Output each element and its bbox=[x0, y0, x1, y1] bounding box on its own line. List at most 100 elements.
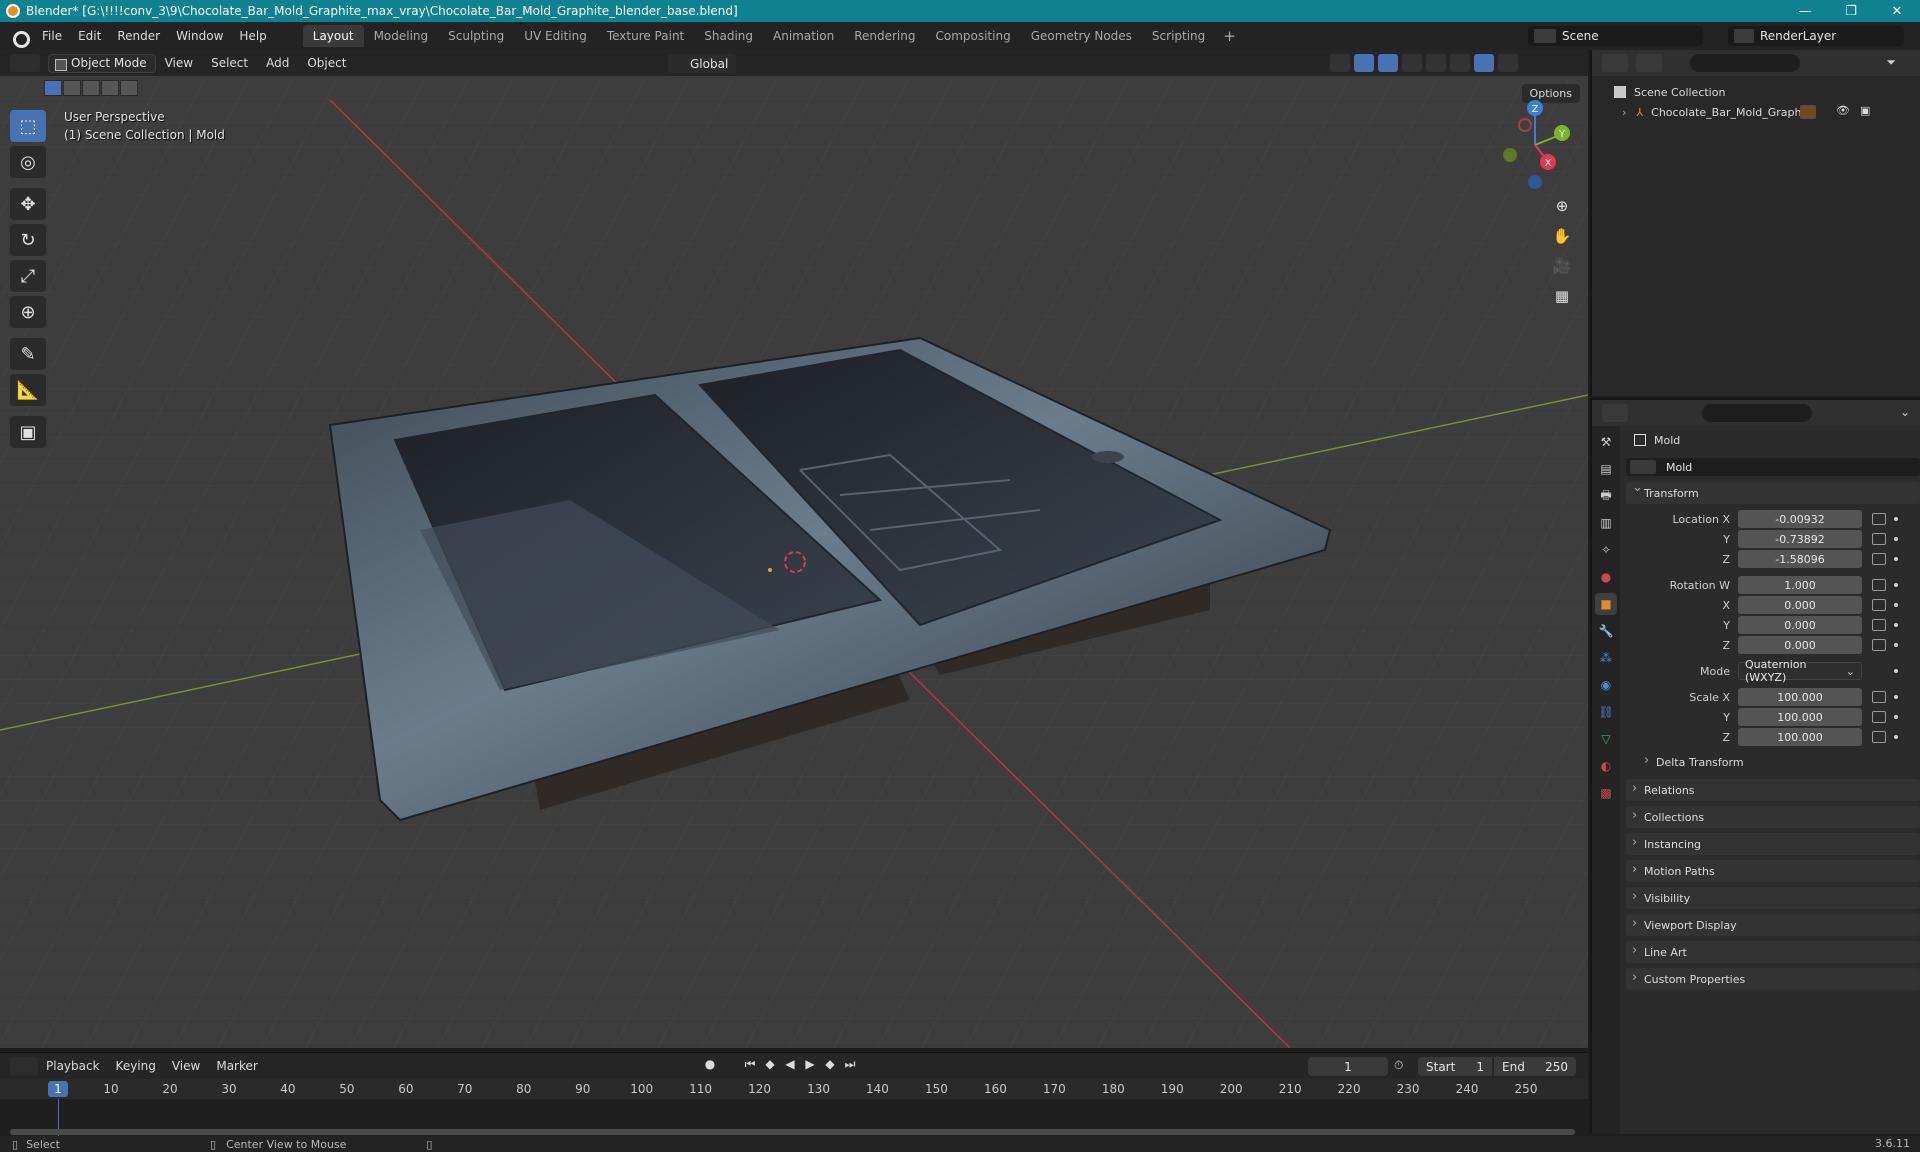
pan-hand-icon[interactable]: ✋ bbox=[1548, 222, 1576, 250]
keyframe-dot-icon[interactable] bbox=[1894, 643, 1898, 647]
move-tool-icon[interactable]: ✥ bbox=[10, 188, 46, 220]
lock-icon[interactable] bbox=[1872, 731, 1886, 743]
rotation-x-field[interactable]: 0.000 bbox=[1738, 596, 1862, 614]
outliner-object-row[interactable]: › ⅄ Chocolate_Bar_Mold_Graphite 👁 ▣ bbox=[1592, 102, 1920, 122]
expand-arrow-icon[interactable]: › bbox=[1622, 106, 1626, 119]
particles-tab-icon[interactable]: ⁂ bbox=[1595, 647, 1617, 669]
collections-panel[interactable]: Collections bbox=[1626, 806, 1920, 828]
3d-viewport[interactable]: Object Mode View Select Add Object Globa… bbox=[0, 50, 1588, 1048]
keyframe-dot-icon[interactable] bbox=[1894, 623, 1898, 627]
viewport-menu-select[interactable]: Select bbox=[202, 56, 257, 70]
scale-tool-icon[interactable]: ⤢ bbox=[10, 260, 46, 292]
render-layer-selector[interactable]: RenderLayer bbox=[1728, 26, 1904, 46]
tab-texture-paint[interactable]: Texture Paint bbox=[597, 25, 694, 47]
keyframe-dot-icon[interactable] bbox=[1894, 557, 1898, 561]
transform-orientation-dropdown[interactable]: Global bbox=[668, 54, 737, 73]
zoom-icon[interactable]: ⊕ bbox=[1548, 192, 1576, 220]
tab-modeling[interactable]: Modeling bbox=[364, 25, 439, 47]
tab-sculpting[interactable]: Sculpting bbox=[438, 25, 514, 47]
minimize-button[interactable]: — bbox=[1782, 0, 1828, 22]
gizmo-toggle-icon[interactable] bbox=[1354, 54, 1374, 72]
visibility-panel[interactable]: Visibility bbox=[1626, 887, 1920, 909]
scene-selector[interactable]: Scene bbox=[1528, 26, 1703, 46]
scene-tab-icon[interactable]: ✧ bbox=[1595, 539, 1617, 561]
outliner-display-mode-icon[interactable] bbox=[1636, 54, 1662, 72]
rotate-tool-icon[interactable]: ↻ bbox=[10, 224, 46, 256]
keyframe-dot-icon[interactable] bbox=[1894, 537, 1898, 541]
perspective-grid-icon[interactable]: ▦ bbox=[1548, 282, 1576, 310]
world-tab-icon[interactable]: ● bbox=[1595, 566, 1617, 588]
stopwatch-icon[interactable]: ⏱ bbox=[1394, 1058, 1403, 1073]
object-type-icon[interactable] bbox=[1630, 460, 1656, 474]
viewport-display-panel[interactable]: Viewport Display bbox=[1626, 914, 1920, 936]
wireframe-shading-icon[interactable] bbox=[1426, 54, 1446, 72]
menu-help[interactable]: Help bbox=[231, 29, 274, 43]
timeline-menu-marker[interactable]: Marker bbox=[208, 1059, 265, 1073]
outliner-scene-collection[interactable]: Scene Collection bbox=[1592, 82, 1920, 102]
lock-icon[interactable] bbox=[1872, 711, 1886, 723]
timeline-body[interactable] bbox=[0, 1099, 1588, 1137]
lock-icon[interactable] bbox=[1872, 619, 1886, 631]
object-tab-icon[interactable]: ■ bbox=[1595, 593, 1617, 615]
tab-uv-editing[interactable]: UV Editing bbox=[514, 25, 597, 47]
next-keyframe-icon[interactable]: ◆ bbox=[820, 1057, 840, 1072]
lock-icon[interactable] bbox=[1872, 553, 1886, 565]
current-frame-field[interactable]: 1 bbox=[1308, 1057, 1388, 1076]
keyframe-dot-icon[interactable] bbox=[1894, 695, 1898, 699]
editor-type-button[interactable] bbox=[10, 54, 40, 72]
viewport-menu-object[interactable]: Object bbox=[298, 56, 355, 70]
timeline-scrollbar[interactable] bbox=[10, 1129, 1575, 1135]
filter-icon[interactable]: ⏷ bbox=[1886, 55, 1896, 70]
object-data-tab-icon[interactable]: ▽ bbox=[1595, 728, 1617, 750]
material-tab-icon[interactable]: ◐ bbox=[1595, 755, 1617, 777]
rotation-z-field[interactable]: 0.000 bbox=[1738, 636, 1862, 654]
tab-animation[interactable]: Animation bbox=[763, 25, 844, 47]
tab-geometry-nodes[interactable]: Geometry Nodes bbox=[1021, 25, 1142, 47]
texture-tab-icon[interactable]: ▩ bbox=[1595, 782, 1617, 804]
scale-z-field[interactable]: 100.000 bbox=[1738, 728, 1862, 746]
menu-edit[interactable]: Edit bbox=[70, 29, 109, 43]
frame-ruler[interactable]: 1 10 20 30 40 50 60 70 80 90 100 110 120 130 140 150 16… bbox=[0, 1079, 1588, 1099]
tab-scripting[interactable]: Scripting bbox=[1142, 25, 1215, 47]
location-y-field[interactable]: -0.73892 bbox=[1738, 530, 1862, 548]
material-preview-icon[interactable] bbox=[1474, 54, 1494, 72]
outliner-editor-type-icon[interactable] bbox=[1602, 54, 1628, 72]
add-workspace-button[interactable]: + bbox=[1215, 27, 1244, 45]
keyframe-dot-icon[interactable] bbox=[1894, 735, 1898, 739]
xray-toggle-icon[interactable] bbox=[1402, 54, 1422, 72]
lock-icon[interactable] bbox=[1872, 513, 1886, 525]
transform-panel-header[interactable]: Transform bbox=[1626, 480, 1920, 504]
lock-icon[interactable] bbox=[1872, 579, 1886, 591]
timeline-editor-type-icon[interactable] bbox=[10, 1057, 38, 1075]
view-layer-tab-icon[interactable]: ▥ bbox=[1595, 512, 1617, 534]
tab-layout[interactable]: Layout bbox=[302, 25, 364, 47]
object-mode-dropdown[interactable]: Object Mode bbox=[48, 53, 156, 73]
output-tab-icon[interactable]: 🖶 bbox=[1595, 485, 1617, 507]
outliner-search-input[interactable] bbox=[1690, 54, 1800, 72]
navigation-gizmo[interactable]: Z Y X bbox=[1490, 90, 1580, 200]
object-name-field[interactable]: Mold bbox=[1626, 458, 1920, 476]
select-invert-icon[interactable] bbox=[101, 80, 119, 96]
rendered-shading-icon[interactable] bbox=[1498, 54, 1518, 72]
camera-render-icon[interactable]: ▣ bbox=[1860, 104, 1870, 117]
add-cube-tool-icon[interactable]: ▣ bbox=[10, 416, 46, 448]
rotation-y-field[interactable]: 0.000 bbox=[1738, 616, 1862, 634]
current-frame-indicator[interactable]: 1 bbox=[48, 1081, 68, 1097]
location-z-field[interactable]: -1.58096 bbox=[1738, 550, 1862, 568]
select-new-icon[interactable] bbox=[44, 80, 62, 96]
keyframe-dot-icon[interactable] bbox=[1894, 603, 1898, 607]
lock-icon[interactable] bbox=[1872, 533, 1886, 545]
keyframe-dot-icon[interactable] bbox=[1894, 583, 1898, 587]
solid-shading-icon[interactable] bbox=[1450, 54, 1470, 72]
instancing-panel[interactable]: Instancing bbox=[1626, 833, 1920, 855]
menu-file[interactable]: File bbox=[34, 29, 70, 43]
rotation-w-field[interactable]: 1.000 bbox=[1738, 576, 1862, 594]
tab-rendering[interactable]: Rendering bbox=[844, 25, 925, 47]
overlay-toggle-icon[interactable] bbox=[1378, 54, 1398, 72]
select-subtract-icon[interactable] bbox=[82, 80, 100, 96]
eye-visibility-icon[interactable]: 👁 bbox=[1836, 104, 1850, 117]
start-frame-field[interactable]: Start 1 bbox=[1418, 1057, 1492, 1076]
measure-tool-icon[interactable]: 📐 bbox=[10, 374, 46, 406]
lock-icon[interactable] bbox=[1872, 599, 1886, 611]
physics-tab-icon[interactable]: ◉ bbox=[1595, 674, 1617, 696]
